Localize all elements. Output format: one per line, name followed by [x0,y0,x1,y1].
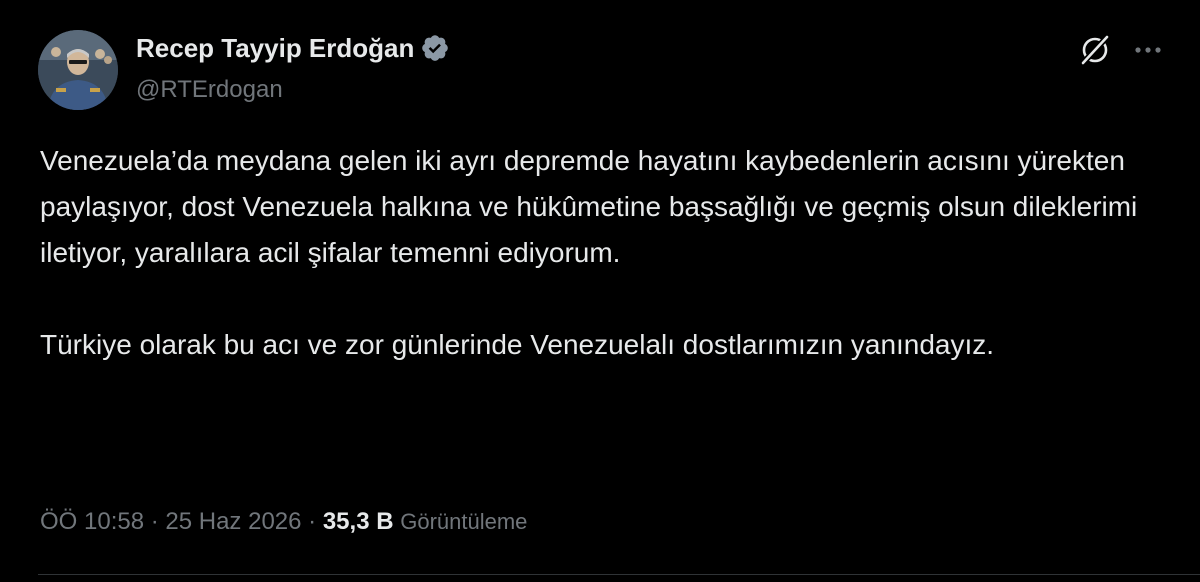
tweet-meta: ÖÖ 10:58 · 25 Haz 2026 · 35,3 B Görüntül… [40,504,527,540]
author-handle[interactable]: @RTErdogan [136,72,450,108]
more-options-icon[interactable] [1130,38,1166,62]
tweet-paragraph: Venezuela’da meydana gelen iki ayrı depr… [40,145,1138,268]
tweet-date[interactable]: 25 Haz 2026 [165,508,301,535]
avatar[interactable] [38,30,118,110]
views-count: 35,3 B [322,508,394,535]
divider [38,574,1200,575]
tweet-time[interactable]: ÖÖ 10:58 [40,508,144,535]
grok-icon[interactable] [1078,33,1112,67]
avatar-image [38,30,118,110]
author-block: Recep Tayyip Erdoğan @RTErdogan [136,30,450,108]
verified-badge-icon[interactable] [420,33,450,63]
meta-separator: · [301,508,323,535]
tweet-paragraph: Türkiye olarak bu acı ve zor günlerinde … [40,329,995,360]
name-row: Recep Tayyip Erdoğan [136,30,450,66]
tweet-text: Venezuela’da meydana gelen iki ayrı depr… [40,138,1160,368]
meta-separator: · [144,508,166,535]
views-label: Görüntüleme [400,509,528,534]
author-display-name[interactable]: Recep Tayyip Erdoğan [136,30,414,66]
